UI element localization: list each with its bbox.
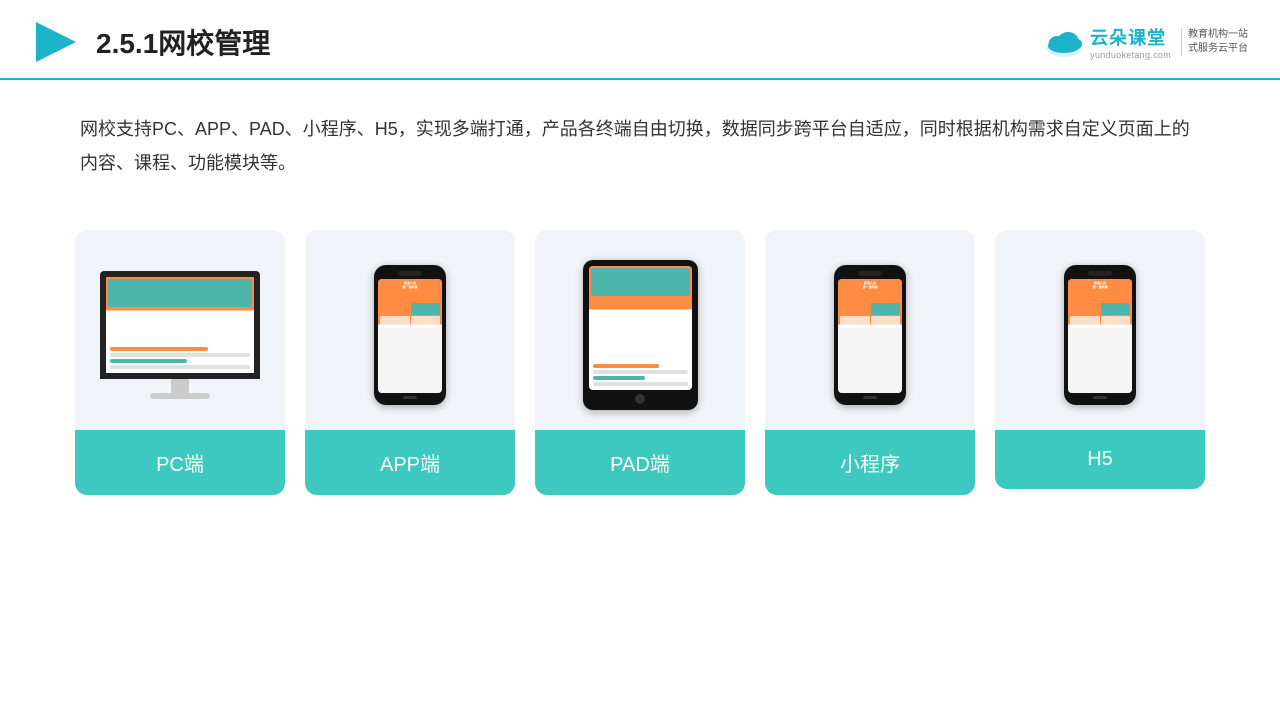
card-pc-image <box>75 230 285 430</box>
phone-notch-app <box>398 271 422 276</box>
logo-area: 云朵课堂 yunduoketang.com 教育机构一站 式服务云平台 <box>1044 24 1248 60</box>
description-content: 网校支持PC、APP、PAD、小程序、H5，实现多端打通，产品各终端自由切换，数… <box>80 119 1190 173</box>
phone-screen-app: 职通人的第一堂网课 <box>378 279 442 393</box>
pad-bar-3 <box>593 376 645 380</box>
card-h5-image: 职通人的第一堂网课 <box>995 230 1205 430</box>
mini-cell-4 <box>871 316 901 328</box>
phone-notch-h5 <box>1088 271 1112 276</box>
cloud-logo-icon <box>1044 26 1084 58</box>
screen-content-pad <box>589 266 692 390</box>
logo-name: 云朵课堂 <box>1090 24 1171 50</box>
tablet-home-dot <box>635 394 645 404</box>
grid-cell-1 <box>380 303 410 315</box>
phone-home-h5 <box>1093 396 1107 399</box>
logo-tagline-group: 教育机构一站 式服务云平台 <box>1181 28 1248 56</box>
monitor-neck <box>171 379 189 393</box>
screen-bars-pad <box>593 364 688 386</box>
h5-cell-1 <box>1070 303 1100 315</box>
card-pad-label: PAD端 <box>535 430 745 495</box>
card-miniapp-label: 小程序 <box>765 430 975 495</box>
logo-cloud: 云朵课堂 yunduoketang.com 教育机构一站 式服务云平台 <box>1044 24 1248 60</box>
card-app-image: 职通人的第一堂网课 <box>305 230 515 430</box>
card-pad-image <box>535 230 745 430</box>
card-pc-label: PC端 <box>75 430 285 495</box>
grid-cell-2 <box>411 303 441 315</box>
phone-screen-miniapp: 职通人的第一堂网课 <box>838 279 902 393</box>
mini-cell-1 <box>840 303 870 315</box>
tablet-mock-pad <box>583 260 698 410</box>
description-text: 网校支持PC、APP、PAD、小程序、H5，实现多端打通，产品各终端自由切换，数… <box>0 80 1280 200</box>
monitor-screen <box>100 271 260 379</box>
logo-text-group: 云朵课堂 yunduoketang.com <box>1090 24 1171 60</box>
header-left: 2.5.1网校管理 <box>32 18 270 66</box>
screen-bars <box>110 347 250 369</box>
h5-cell-4 <box>1101 316 1131 328</box>
logo-tagline: 教育机构一站 <box>1188 28 1248 42</box>
mini-cell-3 <box>840 316 870 328</box>
phone-grid-miniapp <box>840 303 900 328</box>
screen-bar-1 <box>110 347 208 351</box>
grid-cell-3 <box>380 316 410 328</box>
pad-bar-1 <box>593 364 660 368</box>
screen-content-pc <box>106 277 254 373</box>
screen-bar-4 <box>110 365 250 369</box>
h5-cell-2 <box>1101 303 1131 315</box>
phone-content-miniapp: 职通人的第一堂网课 <box>838 279 902 393</box>
header: 2.5.1网校管理 云朵课堂 yunduoketang.com 教育机构一站 式… <box>0 0 1280 80</box>
phone-mock-h5: 职通人的第一堂网课 <box>1064 265 1136 405</box>
phone-mock-miniapp: 职通人的第一堂网课 <box>834 265 906 405</box>
page-title: 2.5.1网校管理 <box>96 22 270 62</box>
card-app: 职通人的第一堂网课 APP端 <box>305 230 515 495</box>
h5-cell-3 <box>1070 316 1100 328</box>
phone-text-app: 职通人的第一堂网课 <box>380 282 440 289</box>
cards-container: PC端 职通人的第一堂网课 <box>0 210 1280 495</box>
phone-home-miniapp <box>863 396 877 399</box>
phone-text-h5: 职通人的第一堂网课 <box>1070 282 1130 289</box>
screen-bar-3 <box>110 359 187 363</box>
card-pad: PAD端 <box>535 230 745 495</box>
phone-notch-miniapp <box>858 271 882 276</box>
phone-screen-h5: 职通人的第一堂网课 <box>1068 279 1132 393</box>
monitor-base <box>150 393 210 399</box>
card-h5-label: H5 <box>995 430 1205 489</box>
phone-home-app <box>403 396 417 399</box>
phone-text-miniapp: 职通人的第一堂网课 <box>840 282 900 289</box>
pc-monitor-mock <box>100 271 260 399</box>
card-miniapp-image: 职通人的第一堂网课 <box>765 230 975 430</box>
pad-bar-2 <box>593 370 688 374</box>
card-miniapp: 职通人的第一堂网课 小程序 <box>765 230 975 495</box>
tablet-screen-pad <box>589 266 692 390</box>
mini-cell-2 <box>871 303 901 315</box>
phone-content-h5: 职通人的第一堂网课 <box>1068 279 1132 393</box>
screen-bar-2 <box>110 353 250 357</box>
card-h5: 职通人的第一堂网课 H5 <box>995 230 1205 489</box>
pad-bar-4 <box>593 382 688 386</box>
grid-cell-4 <box>411 316 441 328</box>
phone-mock-app: 职通人的第一堂网课 <box>374 265 446 405</box>
phone-content-app: 职通人的第一堂网课 <box>378 279 442 393</box>
logo-url: yunduoketang.com <box>1090 50 1171 60</box>
phone-grid-h5 <box>1070 303 1130 328</box>
card-pc: PC端 <box>75 230 285 495</box>
play-icon <box>32 18 80 66</box>
phone-grid-app <box>380 303 440 328</box>
card-app-label: APP端 <box>305 430 515 495</box>
logo-tagline2: 式服务云平台 <box>1188 42 1248 56</box>
